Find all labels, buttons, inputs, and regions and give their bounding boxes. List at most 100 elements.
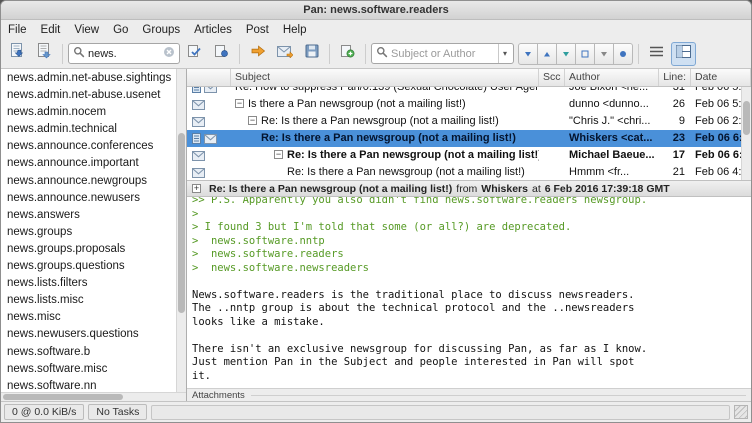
column-header-score[interactable]: Scc [539,69,565,86]
group-list-item[interactable]: news.misc [1,309,176,326]
thread-row[interactable]: Re: Is there a Pan newsgroup (not a mail… [187,164,751,180]
expander-expanded-icon[interactable]: − [235,99,244,108]
article-icon [192,151,205,161]
group-list-item[interactable]: news.admin.technical [1,121,176,138]
menu-post[interactable]: Post [239,22,276,38]
get-all-headers-button[interactable] [32,42,57,66]
filter-watched-button[interactable] [613,43,633,65]
article-pane: Subject Scc Author Line: Date Re: How to… [187,69,751,401]
column-header-date[interactable]: Date [691,69,751,86]
filter-binary-button[interactable] [575,43,595,65]
group-search-input[interactable] [88,48,160,60]
group-list-item[interactable]: news.lists.misc [1,292,176,309]
group-list-item[interactable]: news.groups.questions [1,258,176,275]
group-search[interactable] [68,43,180,64]
get-new-headers-button[interactable] [5,42,30,66]
menu-edit[interactable]: Edit [34,22,68,38]
mark-unread-button[interactable] [209,42,234,66]
expander-expanded-icon[interactable]: − [274,150,283,159]
thread-subject-cell: −Re: Is there a Pan newsgroup (not a mai… [231,113,539,130]
clear-search-icon[interactable] [163,45,175,63]
scrollbar-thumb[interactable] [178,133,185,313]
menu-file[interactable]: File [1,22,34,38]
scrollbar-thumb[interactable] [3,394,123,400]
next-unread-thread-icon [277,45,293,63]
group-list-item[interactable]: news.announce.conferences [1,138,176,155]
group-list-item[interactable]: news.admin.nocem [1,104,176,121]
save-articles-button[interactable] [299,42,324,66]
threads-vertical-scrollbar[interactable] [741,87,751,180]
next-unread-thread-button[interactable] [272,42,297,66]
menu-articles[interactable]: Articles [187,22,239,38]
article-header-bar: + Re: Is there a Pan newsgroup (not a ma… [187,180,751,197]
header-expander-icon[interactable]: + [192,184,201,193]
thread-row[interactable]: Re: Is there a Pan newsgroup (not a mail… [187,130,751,147]
group-list-item[interactable]: news.announce.important [1,155,176,172]
groups-horizontal-scrollbar[interactable] [1,392,186,401]
group-list-item[interactable]: news.groups.proposals [1,241,176,258]
resize-grip-icon[interactable] [734,405,748,419]
group-list-item[interactable]: news.groups [1,224,176,241]
message-body-line: There isn't an exclusive newsgroup for d… [192,343,751,357]
group-list-item[interactable]: news.admin.net-abuse.sightings [1,70,176,87]
task-status-label[interactable]: No Tasks [88,404,147,420]
expander-expanded-icon[interactable]: − [248,116,257,125]
thread-row[interactable]: −Re: Is there a Pan newsgroup (not a mai… [187,113,751,130]
menu-view[interactable]: View [67,22,106,38]
menu-go[interactable]: Go [106,22,135,38]
column-header-state[interactable] [187,69,231,86]
filter-cached-button[interactable] [556,43,576,65]
thread-row[interactable]: −Is there a Pan newsgroup (not a mailing… [187,96,751,113]
column-header-lines[interactable]: Line: [659,69,691,86]
scrollbar-thumb[interactable] [743,101,750,135]
message-body-line [192,329,751,343]
filter-unread-button[interactable] [518,43,538,65]
attachments-label: Attachments [192,390,245,401]
thread-row[interactable]: Re: How to suppress Pan/0.139 (Sexual Ch… [187,87,751,96]
article-search[interactable]: ▾ [371,43,514,64]
mark-read-icon [187,44,202,64]
thread-lines: 9 [659,113,691,130]
mark-read-button[interactable] [182,42,207,66]
group-list-item[interactable]: news.announce.newusers [1,190,176,207]
message-body-line: The ..nntp group is about the technical … [192,302,751,316]
group-list-item[interactable]: news.answers [1,207,176,224]
next-unread-article-icon [250,44,266,63]
toolbar-separator [638,44,639,64]
toolbar-separator [329,44,330,64]
group-list-item[interactable]: news.admin.net-abuse.usenet [1,87,176,104]
post-article-button[interactable] [335,42,360,66]
group-list-item[interactable]: news.software.misc [1,361,176,378]
menu-groups[interactable]: Groups [135,22,187,38]
menu-help[interactable]: Help [276,22,314,38]
search-icon [376,45,388,63]
column-header-subject[interactable]: Subject [231,69,539,86]
group-list-item[interactable]: news.software.nn [1,378,176,392]
filter-my-articles-button[interactable] [594,43,614,65]
layout-panes-button[interactable] [671,42,696,66]
thread-author: dunno <dunno... [565,96,659,113]
article-search-input[interactable] [391,48,495,60]
thread-list: Re: How to suppress Pan/0.139 (Sexual Ch… [187,87,751,180]
thread-row[interactable]: −Re: Is there a Pan newsgroup (not a mai… [187,147,751,164]
search-scope-dropdown-icon[interactable]: ▾ [498,44,509,63]
window-titlebar[interactable]: Pan: news.software.readers [1,1,751,20]
group-list-item[interactable]: news.lists.filters [1,275,176,292]
filter-read-button[interactable] [537,43,557,65]
from-label: from [456,183,477,195]
groups-vertical-scrollbar[interactable] [176,69,186,392]
connection-speed-indicator: 0 @ 0.0 KiB/s [4,404,84,420]
filter-button-group [518,43,633,65]
group-list-item[interactable]: news.newusers.questions [1,326,176,343]
message-body[interactable]: >> P.S. Apparently you also didn't find … [187,197,751,388]
toolbar: ▾ [1,39,751,69]
group-list-item[interactable]: news.software.b [1,344,176,361]
thread-subject: Is there a Pan newsgroup (not a mailing … [248,98,466,110]
next-unread-article-button[interactable] [245,42,270,66]
thread-list-header: Subject Scc Author Line: Date [187,69,751,87]
layout-list-button[interactable] [644,42,669,66]
task-progress-area [151,405,730,420]
article-icon [204,87,217,93]
group-list-item[interactable]: news.announce.newgroups [1,173,176,190]
column-header-author[interactable]: Author [565,69,659,86]
